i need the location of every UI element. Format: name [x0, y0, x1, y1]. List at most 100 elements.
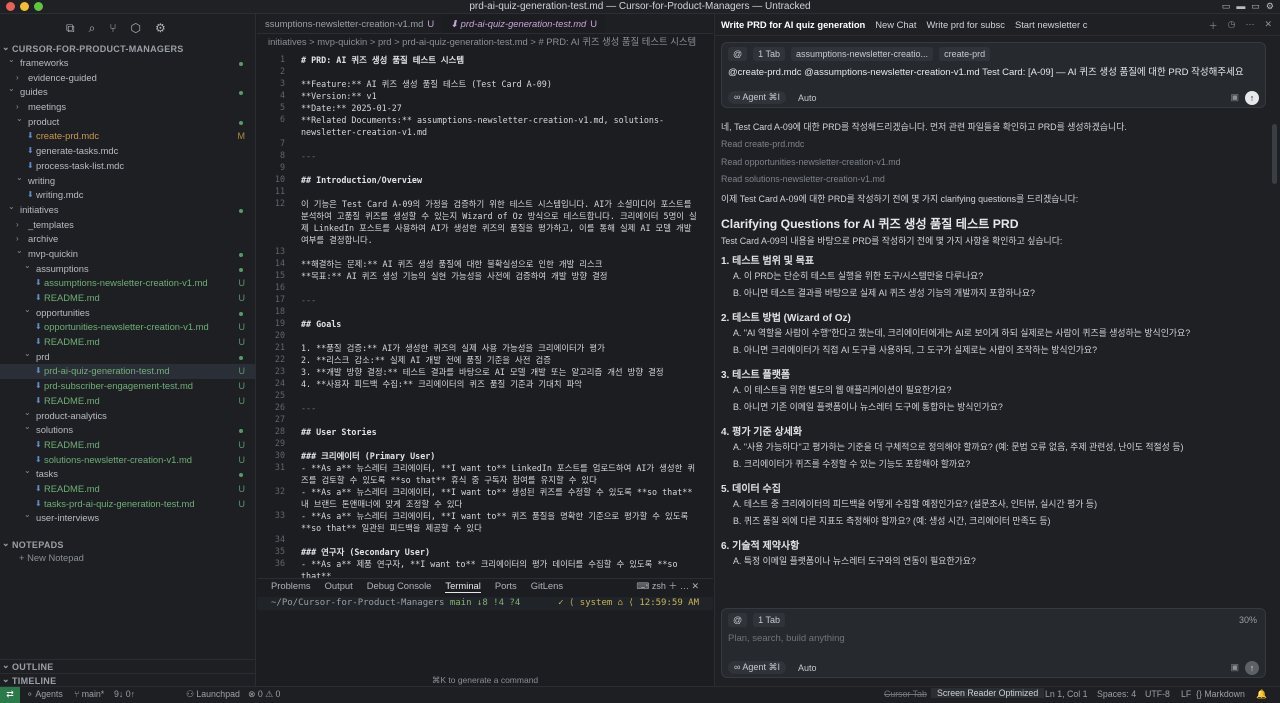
language-mode[interactable]: {} Markdown [1196, 689, 1245, 699]
breadcrumb[interactable]: initiatives > mvp-quickin > prd > prd-ai… [257, 34, 713, 50]
code-line[interactable]: **Feature:** AI 퀴즈 생성 품질 테스트 (Test Card … [301, 78, 699, 90]
tree-item[interactable]: ⌄ product [0, 114, 255, 130]
tree-item[interactable]: › archive [0, 232, 255, 247]
tree-item[interactable]: ⬇ assumptions-newsletter-creation-v1.md U [0, 276, 255, 291]
response-text[interactable]: Read create-prd.mdc [721, 139, 804, 149]
code-line[interactable]: 3. **개발 방향 결정:** 테스트 결과를 바탕으로 AI 모델 개발 또… [301, 366, 699, 378]
code-line[interactable]: - **As a** 뉴스레터 크리에이터, **I want to** 퀴즈 … [301, 510, 699, 534]
workspace-header[interactable]: CURSOR-FOR-PRODUCT-MANAGERS [0, 40, 255, 56]
source-control-icon[interactable]: ⑂ [109, 21, 116, 35]
tree-item[interactable]: ⬇ process-task-list.mdc [0, 159, 255, 174]
tree-item[interactable]: › meetings [0, 100, 255, 115]
tree-item[interactable]: ⬇ prd-ai-quiz-generation-test.md U [0, 364, 255, 380]
tree-item[interactable]: ⬇ README.md U [0, 438, 255, 453]
code-line[interactable]: ### 연구자 (Secondary User) [301, 546, 699, 558]
files-icon[interactable]: ⧉ [66, 21, 75, 36]
extensions-icon[interactable]: ⬡ [131, 21, 141, 35]
toggle-primary-sidebar-icon[interactable]: ▭ [1222, 1, 1231, 12]
cursor-tab-item[interactable]: Cursor Tab [884, 689, 927, 699]
panel-tab[interactable]: Debug Console [367, 579, 432, 593]
sync-item[interactable]: 9↓ 0↑ [114, 689, 135, 699]
encoding[interactable]: UTF-8 [1145, 689, 1170, 699]
remote-icon[interactable]: ⇄ [0, 687, 20, 703]
tree-item[interactable]: ⬇ create-prd.mdc M [0, 129, 255, 144]
code-line[interactable]: --- [301, 402, 699, 414]
code-line[interactable]: **Version:** v1 [301, 90, 699, 102]
panel-tab[interactable]: Problems [271, 579, 311, 593]
code-line[interactable]: ## User Stories [301, 426, 699, 438]
prompt-text[interactable]: @create-prd.mdc @assumptions-newsletter-… [728, 64, 1244, 78]
tree-item[interactable]: ⌄ mvp-quickin [0, 246, 255, 262]
tree-item[interactable]: ⬇ opportunities-newsletter-creation-v1.md… [0, 320, 255, 335]
chat-tab[interactable]: Write prd for subsc [926, 19, 1005, 30]
tree-item[interactable]: ⌄ frameworks [0, 55, 255, 71]
more-icon[interactable]: ⋯ [1245, 19, 1254, 32]
outline-header[interactable]: OUTLINE [0, 658, 256, 673]
cursor-position[interactable]: Ln 1, Col 1 [1045, 689, 1088, 699]
tree-item[interactable]: ⬇ README.md U [0, 291, 255, 306]
agent-mode-selector[interactable]: ∞ Agent ⌘I [728, 661, 786, 674]
tab-assumptions-newsletter[interactable]: ssumptions-newsletter-creation-v1.md U [257, 14, 442, 33]
composer[interactable]: @1 Tab 30% Plan, search, build anything … [721, 608, 1266, 678]
launchpad-item[interactable]: ⚇ Launchpad [186, 689, 240, 700]
mention-chip[interactable]: @ [728, 613, 748, 627]
agents-item[interactable]: ⚬ Agents [26, 689, 63, 700]
rule-context-chip[interactable]: create-prd [939, 47, 991, 61]
model-selector[interactable]: Auto [798, 663, 817, 673]
mention-chip[interactable]: @ [728, 47, 748, 61]
image-icon[interactable]: ▣ [1230, 662, 1239, 673]
panel-tab[interactable]: Output [325, 579, 353, 593]
code-line[interactable]: **Date:** 2025-01-27 [301, 102, 699, 114]
tree-item[interactable]: ⌄ assumptions [0, 261, 255, 277]
tree-item[interactable]: ⌄ opportunities [0, 305, 255, 321]
timeline-header[interactable]: TIMELINE [0, 672, 256, 687]
code-line[interactable]: ## Goals [301, 318, 699, 330]
terminal-prompt[interactable]: ~/Po/Cursor-for-Product-Managers main ↓8… [257, 597, 713, 610]
sent-prompt-box[interactable]: @ 1 Tab assumptions-newsletter-creatio..… [721, 42, 1266, 108]
chat-tab[interactable]: Write PRD for AI quiz generation [721, 19, 865, 30]
model-selector[interactable]: Auto [798, 93, 817, 103]
tree-item[interactable]: ⌄ initiatives [0, 202, 255, 218]
problems-item[interactable]: ⊗ 0 ⚠ 0 [248, 689, 280, 700]
tree-item[interactable]: ⌄ guides [0, 84, 255, 100]
tree-item[interactable]: ⬇ README.md U [0, 482, 255, 497]
tree-item[interactable]: ⌄ prd [0, 349, 255, 365]
tab-context-chip[interactable]: 1 Tab [753, 47, 785, 61]
code-line[interactable]: 1. **품질 검증:** AI가 생성한 퀴즈의 실제 사용 가능성을 크리에… [301, 342, 699, 354]
tree-item[interactable]: ⬇ solutions-newsletter-creation-v1.md U [0, 453, 255, 468]
file-context-chip[interactable]: assumptions-newsletter-creatio... [791, 47, 934, 61]
new-notepad-button[interactable]: + New Notepad [19, 552, 84, 563]
code-line[interactable]: **목표:** AI 퀴즈 생성 기능의 실현 가능성을 사전에 검증하여 개발… [301, 270, 699, 282]
chat-scrollbar[interactable] [1272, 124, 1277, 184]
send-button[interactable]: ↑ [1245, 91, 1259, 105]
tree-item[interactable]: ⌄ user-interviews [0, 510, 255, 526]
tree-item[interactable]: › _templates [0, 218, 255, 233]
code-line[interactable]: # PRD: AI 퀴즈 생성 품질 테스트 시스템 [301, 54, 699, 66]
code-line[interactable]: --- [301, 294, 699, 306]
composer-placeholder[interactable]: Plan, search, build anything [728, 633, 845, 644]
chat-tab[interactable]: Start newsletter c [1015, 19, 1087, 30]
new-terminal-icon[interactable]: ＋ [668, 581, 677, 591]
tree-item[interactable]: ⬇ generate-tasks.mdc [0, 144, 255, 159]
code-line[interactable]: **Related Documents:** assumptions-newsl… [301, 114, 699, 138]
toggle-secondary-sidebar-icon[interactable]: ▭ [1251, 1, 1260, 12]
settings-icon[interactable]: ⚙ [155, 21, 166, 35]
code-line[interactable]: 이 기능은 Test Card A-09의 가정을 검증하기 위한 테스트 시스… [301, 198, 699, 246]
response-text[interactable]: Read solutions-newsletter-creation-v1.md [721, 174, 885, 184]
close-icon[interactable]: ✕ [1264, 19, 1272, 32]
tab-context-chip[interactable]: 1 Tab [753, 613, 785, 627]
search-icon[interactable]: ⌕ [89, 21, 96, 36]
panel-tab[interactable]: Terminal [445, 579, 481, 593]
send-button[interactable]: ↑ [1245, 661, 1259, 675]
tree-item[interactable]: ⌄ tasks [0, 466, 255, 482]
indentation[interactable]: Spaces: 4 [1097, 689, 1136, 699]
new-chat-icon[interactable]: ＋ [1209, 19, 1218, 32]
code-line[interactable]: 2. **리스크 감소:** 실제 AI 개발 전에 품질 기준을 사전 검증 [301, 354, 699, 366]
customize-layout-icon[interactable]: ⚙ [1266, 1, 1274, 12]
tree-item[interactable]: ⬇ tasks-prd-ai-quiz-generation-test.md U [0, 497, 255, 512]
branch-item[interactable]: ⑂ main* [74, 689, 104, 699]
panel-tab[interactable]: GitLens [531, 579, 563, 593]
response-text[interactable]: Read opportunities-newsletter-creation-v… [721, 157, 901, 167]
code-line[interactable]: - **As a** 뉴스레터 크리에이터, **I want to** Lin… [301, 462, 699, 486]
panel-tab[interactable]: Ports [495, 579, 517, 593]
